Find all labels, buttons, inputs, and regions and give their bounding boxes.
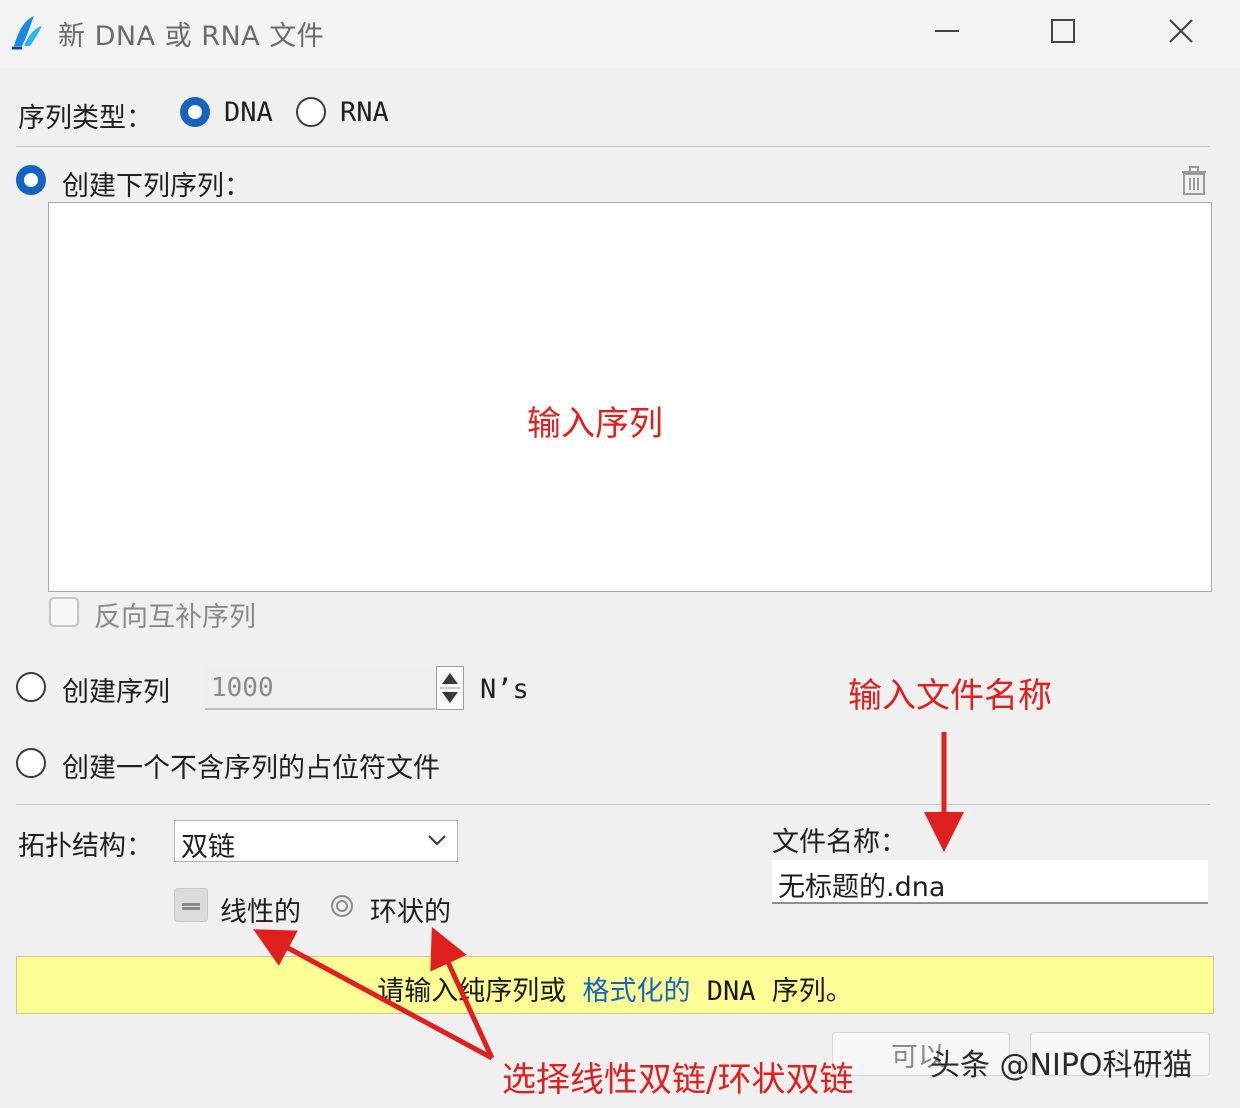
maximize-button[interactable] <box>1032 10 1092 54</box>
create-placeholder-label: 创建一个不含序列的占位符文件 <box>62 753 440 784</box>
reverse-complement-checkbox[interactable] <box>49 597 79 627</box>
file-name-label: 文件名称： <box>772 827 907 858</box>
rna-radio[interactable] <box>296 97 326 127</box>
window-title: 新 DNA 或 RNA 文件 <box>58 21 325 52</box>
sequence-type-label: 序列类型： <box>18 103 153 134</box>
create-placeholder-radio[interactable] <box>16 748 46 778</box>
chevron-down-icon <box>428 835 446 846</box>
topology-label: 拓扑结构： <box>18 831 153 862</box>
formatted-link[interactable]: 格式化的 <box>582 976 690 1007</box>
info-banner: 请输入纯序列或 格式化的 DNA 序列。 <box>16 956 1214 1014</box>
create-n-sequence-label: 创建序列 <box>62 677 170 708</box>
close-button[interactable] <box>1150 10 1210 54</box>
close-icon <box>1169 19 1193 43</box>
create-n-sequence-radio[interactable] <box>16 672 46 702</box>
circular-topology-icon[interactable] <box>330 894 354 918</box>
annotation-select-topology: 选择线性双链/环状双链 <box>502 1060 854 1100</box>
dialog-content: 序列类型： DNA RNA 创建下列序列： 输入序列 反向互补序列 创建序列 1… <box>0 68 1240 1108</box>
banner-text-end: DNA 序列。 <box>706 976 853 1007</box>
n-unit-label: N’s <box>480 674 529 705</box>
linear-topology-icon[interactable] <box>174 888 208 922</box>
annotation-input-sequence: 输入序列 <box>527 404 663 444</box>
annotation-input-file-name: 输入文件名称 <box>848 676 1052 716</box>
trash-icon[interactable] <box>1180 166 1208 196</box>
topology-select[interactable]: 双链 <box>174 820 458 863</box>
divider <box>16 804 1210 805</box>
app-logo-icon <box>12 16 42 50</box>
watermark: 头条 @NIPO科研猫 <box>930 1048 1193 1083</box>
create-sequence-radio[interactable] <box>16 165 46 195</box>
sequence-length-stepper[interactable] <box>436 666 464 710</box>
rna-radio-label: RNA <box>340 97 389 128</box>
topology-select-value: 双链 <box>181 832 235 863</box>
minimize-button[interactable] <box>916 10 976 54</box>
maximize-icon <box>1051 19 1075 43</box>
title-bar: 新 DNA 或 RNA 文件 <box>0 0 1240 68</box>
create-sequence-label: 创建下列序列： <box>62 171 251 202</box>
divider <box>16 146 1210 147</box>
circular-label: 环状的 <box>370 897 451 928</box>
sequence-length-input[interactable]: 1000 <box>205 666 435 710</box>
stepper-arrows-icon <box>440 673 460 703</box>
dna-radio-label: DNA <box>224 97 273 128</box>
minimize-icon <box>935 30 959 32</box>
dna-radio[interactable] <box>180 97 210 127</box>
file-name-input[interactable]: 无标题的.dna <box>772 860 1208 904</box>
banner-text: 请输入纯序列或 <box>377 976 567 1007</box>
reverse-complement-label: 反向互补序列 <box>94 602 256 633</box>
linear-label: 线性的 <box>220 897 301 928</box>
